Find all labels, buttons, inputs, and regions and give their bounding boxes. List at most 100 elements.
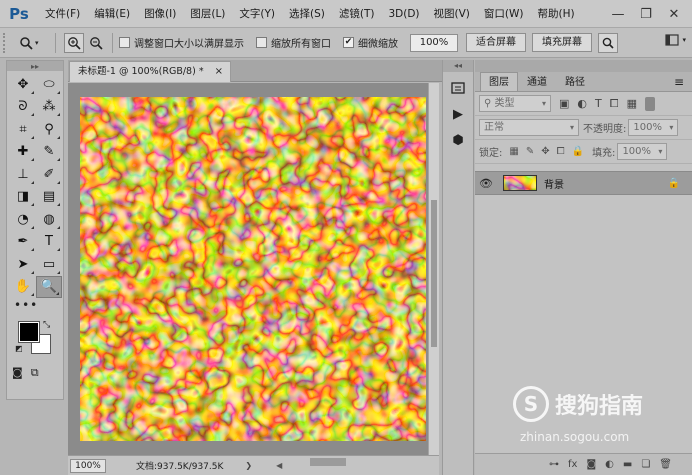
options-grip[interactable] [3, 32, 11, 53]
eyedropper-tool[interactable]: ⚲ [36, 118, 62, 141]
menu-item[interactable]: 帮助(H) [531, 0, 582, 28]
resize-windows-label: 调整窗口大小以满屏显示 [134, 39, 244, 50]
history-brush-tool[interactable]: ✐ [36, 163, 62, 186]
pen-tool[interactable]: ✒ [10, 231, 36, 254]
adjustment-filter-icon[interactable]: ◐ [577, 97, 587, 110]
lock-transparent-icon[interactable]: ▦ [509, 146, 518, 157]
actions-panel-button[interactable]: ▶ [446, 104, 470, 124]
lock-artboard-icon[interactable]: ⧠ [557, 146, 565, 157]
swap-colors-icon[interactable]: ⤡ [43, 320, 50, 330]
crop-tool[interactable]: ⌗ [10, 118, 36, 141]
menu-item[interactable]: 文字(Y) [232, 0, 282, 28]
filter-toggle[interactable] [644, 96, 655, 111]
panel-grip[interactable] [475, 60, 692, 72]
document-tab[interactable]: 未标题-1 @ 100%(RGB/8) * × [69, 61, 231, 82]
zoom-tool[interactable]: 🔍 [36, 275, 62, 298]
menu-item[interactable]: 视图(V) [427, 0, 477, 28]
new-layer-icon[interactable]: ❏ [641, 459, 650, 470]
3d-panel-button[interactable]: ⬢ [446, 130, 470, 150]
status-zoom-field[interactable]: 100% [70, 458, 106, 473]
menu-item[interactable]: 滤镜(T) [332, 0, 382, 28]
marquee-tool[interactable]: ⬭ [36, 73, 62, 96]
panel-menu-icon[interactable]: ≡ [674, 75, 684, 89]
menu-item[interactable]: 图像(I) [137, 0, 183, 28]
rectangle-tool[interactable]: ▭ [36, 253, 62, 276]
menu-item[interactable]: 编辑(E) [87, 0, 137, 28]
dodge-tool[interactable]: ◍ [36, 208, 62, 231]
fx-icon[interactable]: fx [568, 459, 577, 470]
scrubby-zoom-checkbox[interactable]: ✔ [343, 37, 354, 48]
screen-mode-icon[interactable]: ⧉ [31, 366, 39, 380]
lock-position-icon[interactable]: ✥ [541, 146, 549, 157]
fire-texture-image[interactable] [80, 97, 426, 441]
quick-mask-icon[interactable]: ◙ [12, 366, 23, 380]
vertical-scroll-thumb[interactable] [431, 200, 437, 347]
mask-icon[interactable]: ◙ [586, 459, 596, 470]
path-selection-tool[interactable]: ➤ [10, 253, 36, 276]
healing-brush-tool[interactable]: ✚ [10, 141, 36, 164]
toolbox-grip[interactable]: ▸▸ [7, 61, 63, 71]
lock-all-icon[interactable]: 🔒 [572, 146, 584, 157]
horizontal-scroll-thumb[interactable] [310, 458, 346, 466]
move-tool[interactable]: ✥ [10, 73, 36, 96]
status-menu-arrow-icon[interactable]: ❯ [245, 461, 252, 470]
fit-screen-button[interactable]: 适合屏幕 [466, 33, 526, 52]
more-tools-button[interactable]: ••• [7, 298, 63, 316]
gradient-tool[interactable]: ▤ [36, 186, 62, 209]
scrubby-zoom-option[interactable]: ✔ 细微缩放 [343, 35, 398, 50]
resize-windows-checkbox[interactable] [119, 37, 130, 48]
minimize-button[interactable]: — [604, 7, 632, 22]
eye-icon[interactable]: 👁 [475, 177, 497, 190]
tab-channels[interactable]: 通道 [518, 72, 556, 91]
vertical-scrollbar[interactable] [428, 83, 439, 455]
blur-tool[interactable]: ◔ [10, 208, 36, 231]
type-filter-icon[interactable]: T [595, 97, 602, 110]
layer-filter-select[interactable]: ⚲ 类型 ▾ [479, 95, 551, 112]
workspace-switcher[interactable]: ▾ [665, 33, 686, 47]
zoom-in-button[interactable] [64, 32, 84, 53]
eraser-tool[interactable]: ◨ [10, 186, 36, 209]
type-tool[interactable]: T [36, 231, 62, 254]
opacity-field[interactable]: 100% ▾ [628, 119, 679, 136]
zoom-out-button[interactable] [86, 33, 106, 53]
scroll-left-icon[interactable]: ◀ [276, 461, 282, 470]
zoom-percent-field[interactable]: 100% [410, 33, 458, 52]
clone-stamp-tool[interactable]: ⊥ [10, 163, 36, 186]
link-icon[interactable]: ⊶ [549, 459, 559, 470]
resize-windows-option[interactable]: 调整窗口大小以满屏显示 [119, 35, 244, 50]
tool-preset-picker[interactable]: ▾ [19, 36, 49, 50]
canvas-area[interactable] [68, 83, 428, 455]
adjustment-icon[interactable]: ◐ [605, 459, 614, 470]
brush-tool[interactable]: ✎ [36, 141, 62, 164]
layer-row[interactable]: 👁 背景 🔒 [475, 171, 692, 195]
delete-icon[interactable]: 🗑 [659, 459, 672, 470]
foreground-color-swatch[interactable] [18, 321, 40, 343]
menu-item[interactable]: 窗口(W) [477, 0, 531, 28]
menu-item[interactable]: 文件(F) [38, 0, 87, 28]
close-tab-icon[interactable]: × [215, 62, 223, 82]
lasso-tool[interactable]: ᘐ [10, 96, 36, 119]
menu-item[interactable]: 选择(S) [282, 0, 332, 28]
default-colors-icon[interactable]: ◩ [15, 344, 23, 353]
fill-field[interactable]: 100% ▾ [617, 143, 668, 160]
magic-wand-tool[interactable]: ⁂ [36, 96, 62, 119]
lock-pixels-icon[interactable]: ✎ [526, 146, 534, 157]
zoom-all-windows-option[interactable]: 缩放所有窗口 [256, 35, 331, 50]
smart-object-filter-icon[interactable]: ▦ [627, 97, 637, 110]
fill-screen-button[interactable]: 填充屏幕 [532, 33, 592, 52]
blend-mode-select[interactable]: 正常 ▾ [479, 119, 579, 136]
menu-item[interactable]: 图层(L) [183, 0, 232, 28]
tab-paths[interactable]: 路径 [556, 72, 594, 91]
search-button[interactable] [598, 32, 618, 53]
restore-button[interactable]: ❐ [632, 7, 660, 22]
history-panel-button[interactable] [446, 78, 470, 98]
dock-grip[interactable]: ◂◂ [443, 60, 473, 72]
hand-tool[interactable]: ✋ [10, 276, 36, 299]
group-icon[interactable]: ▬ [623, 459, 632, 470]
menu-item[interactable]: 3D(D) [381, 0, 426, 28]
shape-filter-icon[interactable]: ⧠ [610, 97, 619, 111]
close-button[interactable]: ✕ [660, 7, 688, 22]
zoom-all-windows-checkbox[interactable] [256, 37, 267, 48]
tab-layers[interactable]: 图层 [480, 72, 518, 91]
pixel-filter-icon[interactable]: ▣ [559, 97, 569, 110]
